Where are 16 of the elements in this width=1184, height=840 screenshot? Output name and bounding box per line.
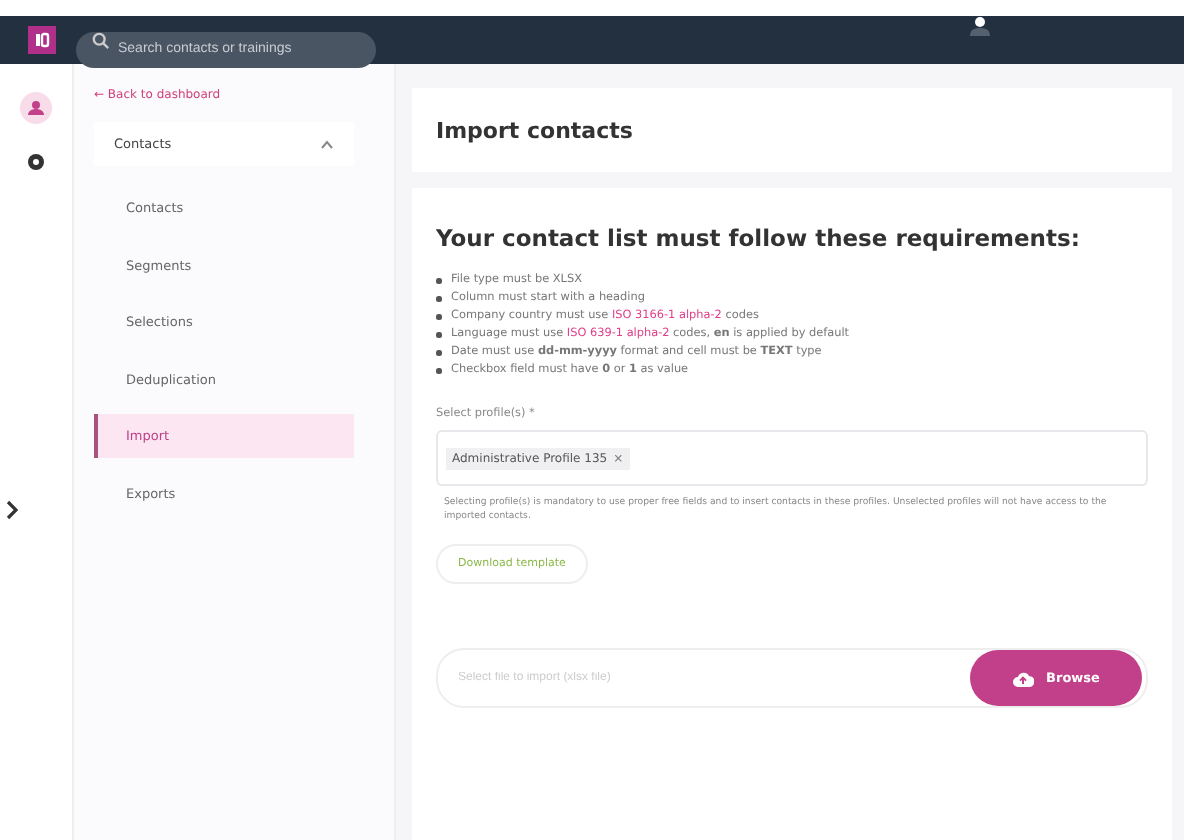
requirements-title: Your contact list must follow these requirements: bbox=[436, 224, 1082, 252]
page-title: Import contacts bbox=[436, 117, 633, 143]
bullet-icon bbox=[436, 296, 441, 302]
logo-icon[interactable] bbox=[28, 26, 56, 54]
bullet-icon bbox=[436, 314, 441, 320]
user-icon[interactable] bbox=[968, 16, 992, 36]
chevron-icon bbox=[320, 139, 334, 149]
bullet-icon bbox=[436, 368, 441, 374]
upload-icon bbox=[1012, 669, 1035, 687]
settings-icon[interactable] bbox=[26, 152, 46, 172]
search-icon bbox=[92, 31, 110, 49]
contacts-icon[interactable] bbox=[20, 92, 52, 124]
bullet-icon bbox=[436, 350, 441, 356]
bullet-icon bbox=[436, 332, 441, 338]
collapse-icon[interactable] bbox=[6, 500, 18, 520]
bullet-icon bbox=[436, 278, 441, 284]
